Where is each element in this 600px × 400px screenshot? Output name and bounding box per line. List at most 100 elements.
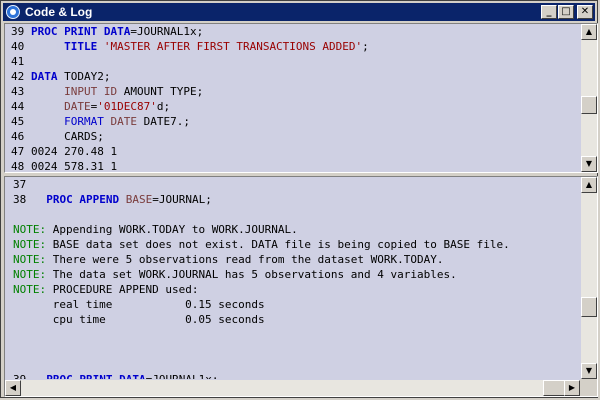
window-title: Code & Log — [25, 5, 93, 19]
code-token: 0024 270.48 1 — [31, 145, 118, 158]
code-token: PROC PRINT DATA — [31, 25, 131, 38]
log-line: 37 — [5, 177, 580, 192]
line-number: 38 — [13, 193, 27, 206]
scroll-right-arrow-icon[interactable]: ▶ — [564, 380, 580, 396]
log-line: NOTE: There were 5 observations read fro… — [5, 252, 580, 267]
log-line: NOTE: PROCEDURE APPEND used: — [5, 282, 580, 297]
code-token: =JOURNAL1x; — [146, 373, 219, 379]
maximize-button[interactable]: □ — [558, 5, 574, 19]
code-token: d; — [156, 100, 171, 113]
code-token: 'MASTER AFTER FIRST TRANSACTIONS ADDED' — [103, 40, 363, 53]
sas-logo-icon[interactable] — [6, 5, 20, 19]
code-line: 39 PROC PRINT DATA=JOURNAL1x; — [5, 24, 580, 39]
code-token: TITLE — [64, 40, 98, 53]
code-log-window: Code & Log _ □ ✕ 39 PROC PRINT DATA=JOURN… — [0, 0, 598, 398]
log-line: NOTE: Appending WORK.TODAY to WORK.JOURN… — [5, 222, 580, 237]
code-token: CARDS; — [31, 130, 104, 143]
code-line: 40 TITLE 'MASTER AFTER FIRST TRANSACTION… — [5, 39, 580, 54]
close-button[interactable]: ✕ — [577, 5, 593, 19]
log-line: 38 PROC APPEND BASE=JOURNAL; — [5, 192, 580, 207]
note-label: NOTE: — [13, 283, 47, 296]
log-line: NOTE: The data set WORK.JOURNAL has 5 ob… — [5, 267, 580, 282]
scrollbar-corner — [580, 379, 597, 396]
code-token: PROC PRINT DATA — [46, 373, 145, 379]
code-line: 41 — [5, 54, 580, 69]
scroll-down-arrow-icon[interactable]: ▼ — [581, 156, 597, 172]
code-token: 0024 578.31 1 — [31, 160, 118, 172]
line-number: 43 — [11, 85, 25, 98]
code-token: DATE — [110, 115, 138, 128]
code-line: 45 FORMAT DATE DATE7.; — [5, 114, 580, 129]
code-token: cpu time 0.05 seconds — [13, 313, 265, 326]
code-vertical-scrollbar[interactable]: ▲ ▼ — [581, 24, 597, 172]
log-scroll-thumb[interactable] — [581, 297, 597, 317]
code-line: 43 INPUT ID AMOUNT TYPE; — [5, 84, 580, 99]
line-number: 39 — [11, 25, 25, 38]
code-token: BASE data set does not exist. DATA file … — [46, 238, 510, 251]
code-editor-text[interactable]: 39 PROC PRINT DATA=JOURNAL1x; 40 TITLE 'MA… — [5, 24, 580, 172]
code-line: 42 DATA TODAY2; — [5, 69, 580, 84]
code-token: FORMAT — [64, 115, 104, 128]
line-number: 48 — [11, 160, 25, 172]
code-editor-pane[interactable]: 39 PROC PRINT DATA=JOURNAL1x; 40 TITLE 'MA… — [4, 23, 598, 173]
code-token: INPUT ID — [64, 85, 118, 98]
line-number: 44 — [11, 100, 25, 113]
code-token: =JOURNAL; — [152, 193, 212, 206]
line-number: 42 — [11, 70, 25, 83]
log-hscroll-thumb[interactable] — [543, 380, 565, 396]
line-number: 40 — [11, 40, 25, 53]
code-token: Appending WORK.TODAY to WORK.JOURNAL. — [46, 223, 298, 236]
log-line: real time 0.15 seconds — [5, 297, 580, 312]
log-line: 39 PROC PRINT DATA=JOURNAL1x; — [5, 372, 580, 379]
code-token: PROCEDURE APPEND used: — [46, 283, 199, 296]
code-token: The data set WORK.JOURNAL has 5 observat… — [46, 268, 457, 281]
title-bar[interactable]: Code & Log _ □ ✕ — [3, 3, 595, 21]
code-line: 47 0024 270.48 1 — [5, 144, 580, 159]
code-token: DATE — [64, 100, 91, 113]
note-label: NOTE: — [13, 253, 47, 266]
log-text[interactable]: 37 38 PROC APPEND BASE=JOURNAL; NOTE: Appe… — [5, 177, 580, 379]
note-label: NOTE: — [13, 268, 47, 281]
code-scroll-thumb[interactable] — [581, 96, 597, 114]
log-line: NOTE: BASE data set does not exist. DATA… — [5, 237, 580, 252]
code-token: DATA — [31, 70, 58, 83]
log-pane[interactable]: 37 38 PROC APPEND BASE=JOURNAL; NOTE: Appe… — [4, 176, 598, 397]
code-token: ; — [362, 40, 369, 53]
minimize-button[interactable]: _ — [541, 5, 557, 19]
scroll-left-arrow-icon[interactable]: ◀ — [5, 380, 21, 396]
code-token: TODAY2; — [57, 70, 111, 83]
note-label: NOTE: — [13, 238, 47, 251]
line-number: 46 — [11, 130, 25, 143]
scroll-up-arrow-icon[interactable]: ▲ — [581, 177, 597, 193]
code-token: '01DEC87' — [97, 100, 157, 113]
line-number: 45 — [11, 115, 25, 128]
log-line: cpu time 0.05 seconds — [5, 312, 580, 327]
code-token: BASE — [125, 193, 153, 206]
code-token: PROC APPEND — [46, 193, 120, 206]
scroll-up-arrow-icon[interactable]: ▲ — [581, 24, 597, 40]
line-number: 37 — [13, 178, 27, 191]
scroll-down-arrow-icon[interactable]: ▼ — [581, 363, 597, 379]
code-token: =JOURNAL1x; — [130, 25, 204, 38]
note-label: NOTE: — [13, 223, 47, 236]
code-token: DATE7.; — [137, 115, 190, 128]
code-token: real time 0.15 seconds — [13, 298, 265, 311]
code-token: There were 5 observations read from the … — [46, 253, 444, 266]
code-line: 46 CARDS; — [5, 129, 580, 144]
log-horizontal-scrollbar[interactable]: ◀ ▶ — [5, 380, 580, 396]
code-line: 48 0024 578.31 1 — [5, 159, 580, 172]
log-vertical-scrollbar[interactable]: ▲ ▼ — [581, 177, 597, 379]
